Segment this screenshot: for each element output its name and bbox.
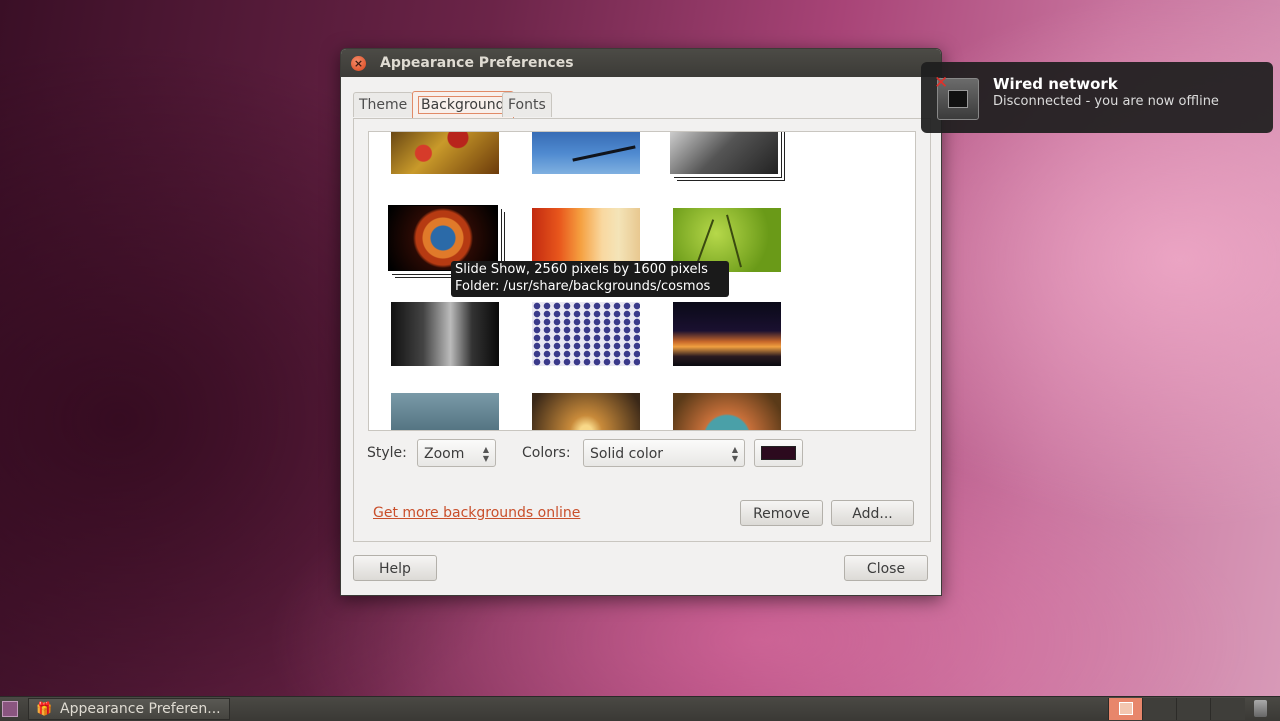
remove-button[interactable]: Remove xyxy=(740,500,823,526)
tooltip-line-2: Folder: /usr/share/backgrounds/cosmos xyxy=(455,279,711,294)
appearance-app-icon: 🎁 xyxy=(36,702,53,717)
style-label: Style: xyxy=(367,445,407,461)
appearance-preferences-window: × Appearance Preferences Theme Backgroun… xyxy=(340,48,942,596)
updown-arrows-icon: ▲ ▼ xyxy=(731,445,738,463)
background-tab-panel: Slide Show, 2560 pixels by 1600 pixels F… xyxy=(353,118,931,542)
taskbar-window-label: Appearance Preferen... xyxy=(60,701,221,717)
wallpaper-thumbnail[interactable] xyxy=(673,393,781,430)
tooltip-line-1: Slide Show, 2560 pixels by 1600 pixels xyxy=(455,262,708,277)
workspace-3[interactable] xyxy=(1176,698,1211,720)
wallpaper-slideshow-thumbnail[interactable] xyxy=(670,132,778,174)
window-titlebar[interactable]: × Appearance Preferences xyxy=(341,49,941,77)
get-more-backgrounds-link[interactable]: Get more backgrounds online xyxy=(373,505,580,521)
notification-body: Disconnected - you are now offline xyxy=(993,94,1219,109)
network-notification: ✕ Wired network Disconnected - you are n… xyxy=(921,62,1273,133)
wallpaper-thumbnail[interactable] xyxy=(391,132,499,174)
color-swatch xyxy=(761,446,796,460)
tab-background-label: Background xyxy=(418,96,508,114)
show-desktop-icon[interactable] xyxy=(2,701,18,717)
trash-icon[interactable] xyxy=(1254,700,1267,717)
wired-network-offline-icon: ✕ xyxy=(934,75,979,120)
tab-fonts[interactable]: Fonts xyxy=(502,92,552,117)
workspace-2[interactable] xyxy=(1142,698,1177,720)
colors-value: Solid color xyxy=(590,446,664,462)
close-button[interactable]: Close xyxy=(844,555,928,581)
notification-title: Wired network xyxy=(993,75,1118,93)
color-picker-button[interactable] xyxy=(754,439,803,467)
wallpaper-icon-view[interactable]: Slide Show, 2560 pixels by 1600 pixels F… xyxy=(368,131,916,431)
close-window-icon[interactable]: × xyxy=(351,56,366,71)
add-button[interactable]: Add... xyxy=(831,500,914,526)
wallpaper-thumbnail[interactable] xyxy=(391,302,499,366)
style-combo[interactable]: Zoom ▲ ▼ xyxy=(417,439,496,467)
style-value: Zoom xyxy=(424,446,465,462)
wallpaper-thumbnail[interactable] xyxy=(391,393,499,430)
wallpaper-thumbnail[interactable] xyxy=(532,132,640,174)
workspace-4[interactable] xyxy=(1210,698,1245,720)
bottom-panel: 🎁 Appearance Preferen... xyxy=(0,696,1280,721)
colors-label: Colors: xyxy=(522,445,571,461)
tab-theme[interactable]: Theme xyxy=(353,92,414,117)
taskbar-window-button[interactable]: 🎁 Appearance Preferen... xyxy=(28,698,230,720)
wallpaper-tooltip: Slide Show, 2560 pixels by 1600 pixels F… xyxy=(451,261,729,297)
wallpaper-thumbnail[interactable] xyxy=(532,302,640,366)
wallpaper-thumbnail[interactable] xyxy=(673,302,781,366)
workspace-1[interactable] xyxy=(1108,698,1143,720)
tab-background[interactable]: Background xyxy=(412,91,514,118)
help-button[interactable]: Help xyxy=(353,555,437,581)
updown-arrows-icon: ▲ ▼ xyxy=(482,445,489,463)
wallpaper-thumbnail[interactable] xyxy=(532,393,640,430)
window-title: Appearance Preferences xyxy=(380,55,574,71)
colors-combo[interactable]: Solid color ▲ ▼ xyxy=(583,439,745,467)
